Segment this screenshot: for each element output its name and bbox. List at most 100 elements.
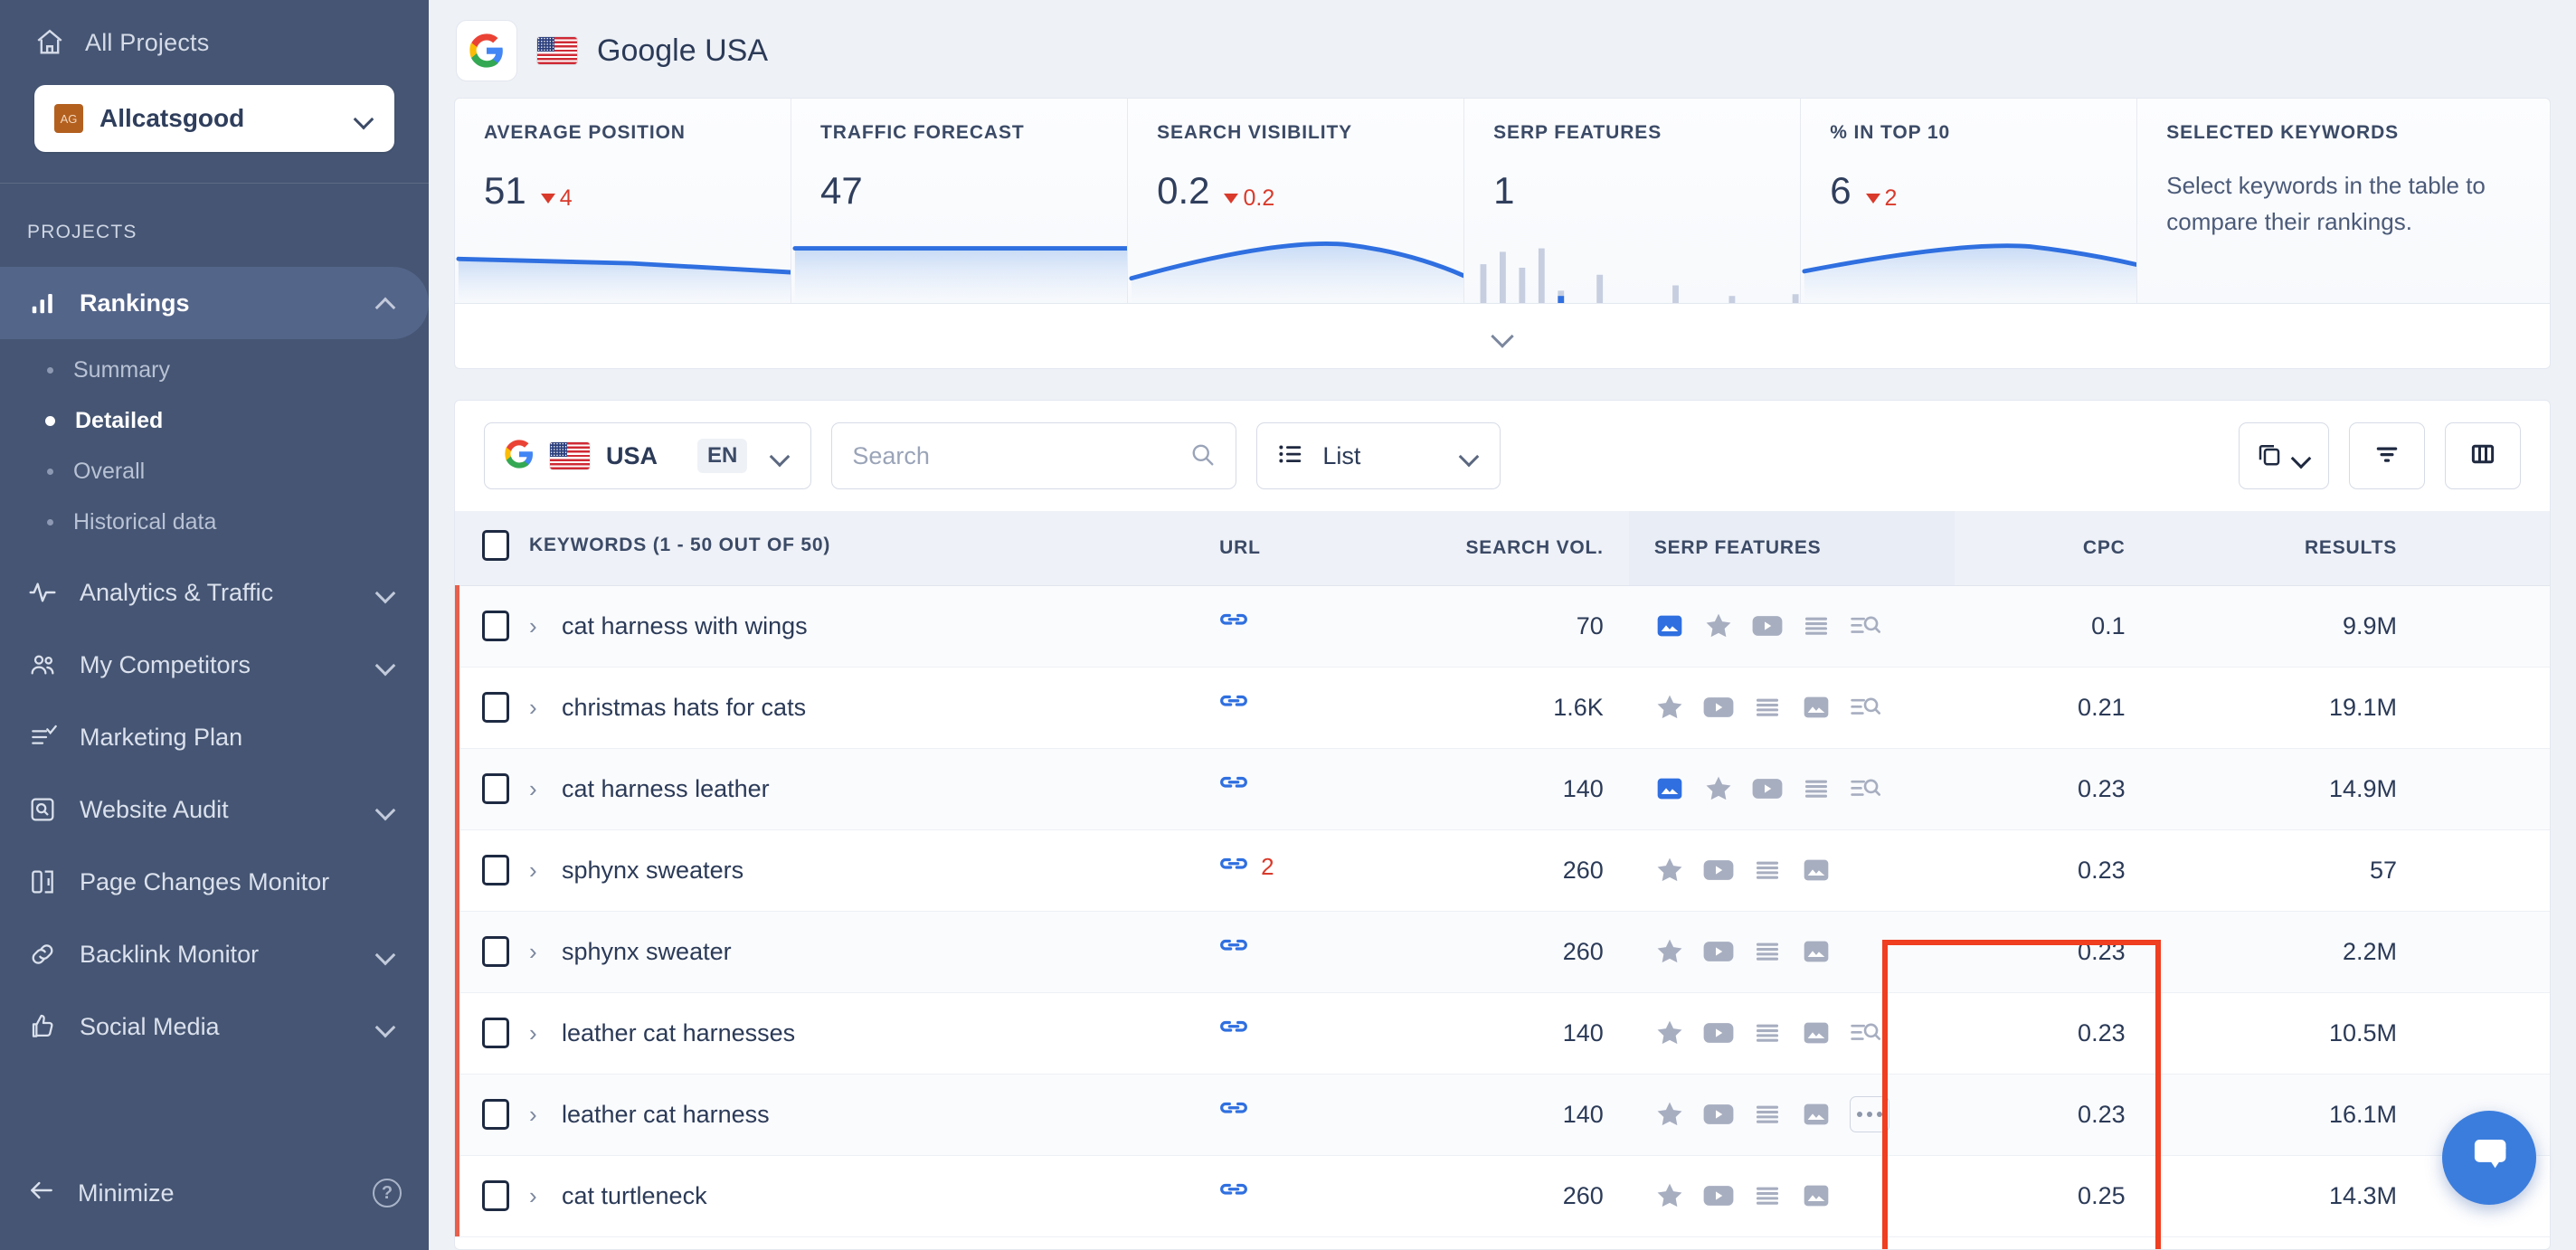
- sidebar-subitem-historical-data[interactable]: Historical data: [0, 497, 429, 547]
- keyword-text[interactable]: sphynx sweaters: [562, 857, 743, 885]
- row-checkbox[interactable]: [482, 936, 509, 967]
- serp-related-search-icon[interactable]: [1850, 611, 1880, 641]
- sidebar-subitem-overall[interactable]: Overall: [0, 446, 429, 497]
- sidebar-item-analytics-traffic[interactable]: Analytics & Traffic: [0, 556, 429, 629]
- table-row[interactable]: › leather cat harnesses 140 0.2310.5M1.4: [455, 992, 2550, 1075]
- all-projects-link[interactable]: All Projects: [34, 27, 394, 58]
- serp-reviews-icon[interactable]: [1654, 692, 1685, 723]
- serp-video-icon[interactable]: [1703, 1018, 1734, 1048]
- table-row[interactable]: › christmas hats for cats 1.6K 0.2119.1M16: [455, 667, 2550, 749]
- row-checkbox[interactable]: [482, 611, 509, 641]
- serp-video-icon[interactable]: [1703, 1180, 1734, 1211]
- keyword-text[interactable]: cat harness with wings: [562, 612, 808, 640]
- keyword-text[interactable]: christmas hats for cats: [562, 694, 806, 722]
- serp-reviews-icon[interactable]: [1703, 773, 1734, 804]
- keyword-text[interactable]: cat turtleneck: [562, 1182, 707, 1210]
- column-header-traffic-forecast[interactable]: TRAFFIC FORECAST: [2422, 511, 2550, 586]
- row-checkbox[interactable]: [482, 773, 509, 804]
- column-header-results[interactable]: RESULTS: [2150, 511, 2423, 586]
- serp-related-search-icon[interactable]: [1850, 1018, 1880, 1048]
- metric-card-percent-in-top-10[interactable]: % IN TOP 10 6 2: [1801, 99, 2138, 303]
- serp-reviews-icon[interactable]: [1654, 1180, 1685, 1211]
- serp-image-pack-icon[interactable]: [1801, 692, 1832, 723]
- help-icon[interactable]: ?: [373, 1179, 402, 1207]
- sidebar-item-backlink-monitor[interactable]: Backlink Monitor: [0, 918, 429, 990]
- serp-snippet-icon[interactable]: [1801, 611, 1832, 641]
- serp-reviews-icon[interactable]: [1703, 611, 1734, 641]
- column-header-serp-features[interactable]: SERP FEATURES: [1628, 511, 1956, 586]
- serp-snippet-icon[interactable]: [1801, 773, 1832, 804]
- serp-more-button[interactable]: [1849, 1096, 1889, 1132]
- minimize-button[interactable]: Minimize ?: [0, 1160, 429, 1226]
- sidebar-subitem-summary[interactable]: Summary: [0, 345, 429, 395]
- sidebar-item-marketing-plan[interactable]: Marketing Plan: [0, 701, 429, 773]
- serp-related-search-icon[interactable]: [1850, 773, 1880, 804]
- metric-card-search-visibility[interactable]: SEARCH VISIBILITY 0.2 0.2: [1128, 99, 1465, 303]
- filter-button[interactable]: [2349, 422, 2425, 489]
- serp-snippet-icon[interactable]: [1752, 692, 1783, 723]
- columns-button[interactable]: [2445, 422, 2521, 489]
- expand-row-icon[interactable]: ›: [529, 1182, 542, 1210]
- table-row[interactable]: › sphynx sweater 260 0.232.2M2.6: [455, 911, 2550, 993]
- serp-snippet-icon[interactable]: [1752, 1099, 1783, 1130]
- table-row[interactable]: › cat harness with wings 70 0.19.9M2.2: [455, 585, 2550, 668]
- serp-image-pack-icon[interactable]: [1801, 855, 1832, 885]
- copy-button[interactable]: [2239, 422, 2329, 489]
- cell-url[interactable]: 2: [1194, 829, 1347, 912]
- serp-video-icon[interactable]: [1752, 773, 1783, 804]
- url-link-icon[interactable]: [1219, 1097, 1248, 1126]
- serp-related-search-icon[interactable]: [1850, 692, 1880, 723]
- cell-url[interactable]: [1194, 667, 1347, 749]
- serp-snippet-icon[interactable]: [1752, 936, 1783, 967]
- select-all-checkbox[interactable]: [482, 529, 509, 561]
- row-checkbox[interactable]: [482, 855, 509, 885]
- keyword-text[interactable]: leather cat harness: [562, 1101, 770, 1129]
- metric-card-average-position[interactable]: AVERAGE POSITION 51 4: [455, 99, 792, 303]
- column-header-keywords[interactable]: KEYWORDS (1 - 50 OUT OF 50): [455, 511, 1195, 586]
- sidebar-item-website-audit[interactable]: Website Audit: [0, 773, 429, 846]
- serp-video-icon[interactable]: [1703, 692, 1734, 723]
- serp-video-icon[interactable]: [1703, 855, 1734, 885]
- row-checkbox[interactable]: [482, 1018, 509, 1048]
- serp-image-pack-icon[interactable]: [1654, 773, 1685, 804]
- url-link-icon[interactable]: [1219, 1016, 1248, 1045]
- serp-reviews-icon[interactable]: [1654, 1018, 1685, 1048]
- expand-row-icon[interactable]: ›: [529, 857, 542, 885]
- metric-card-serp-features[interactable]: SERP FEATURES 1: [1464, 99, 1802, 303]
- url-link-icon[interactable]: [1219, 690, 1248, 719]
- cell-url[interactable]: [1194, 911, 1347, 993]
- metric-card-traffic-forecast[interactable]: TRAFFIC FORECAST 47: [791, 99, 1129, 303]
- keyword-text[interactable]: cat harness leather: [562, 775, 770, 803]
- expand-cards-button[interactable]: [454, 304, 2551, 369]
- sidebar-item-my-competitors[interactable]: My Competitors: [0, 629, 429, 701]
- serp-image-pack-icon[interactable]: [1801, 1180, 1832, 1211]
- expand-row-icon[interactable]: ›: [529, 694, 542, 722]
- column-header-cpc[interactable]: CPC: [1955, 511, 2151, 586]
- table-row[interactable]: › sphynx sweaters 2 260 0.23572.6: [455, 829, 2550, 912]
- serp-video-icon[interactable]: [1752, 611, 1783, 641]
- sidebar-item-social-media[interactable]: Social Media: [0, 990, 429, 1063]
- serp-reviews-icon[interactable]: [1654, 1099, 1685, 1130]
- serp-reviews-icon[interactable]: [1654, 855, 1685, 885]
- row-checkbox[interactable]: [482, 1099, 509, 1130]
- serp-reviews-icon[interactable]: [1654, 936, 1685, 967]
- cell-url[interactable]: [1194, 1155, 1347, 1237]
- table-row[interactable]: › cat harness leather 140 0.2314.9M1.4: [455, 748, 2550, 830]
- url-link-icon[interactable]: [1219, 934, 1248, 963]
- keyword-text[interactable]: sphynx sweater: [562, 938, 732, 966]
- expand-row-icon[interactable]: ›: [529, 612, 542, 640]
- search-input[interactable]: [852, 441, 1160, 470]
- column-header-search-vol[interactable]: SEARCH VOL.: [1346, 511, 1629, 586]
- serp-snippet-icon[interactable]: [1752, 1180, 1783, 1211]
- expand-row-icon[interactable]: ›: [529, 938, 542, 966]
- url-link-icon[interactable]: 2: [1219, 853, 1274, 882]
- expand-row-icon[interactable]: ›: [529, 1101, 542, 1129]
- cell-url[interactable]: [1194, 748, 1347, 830]
- sidebar-subitem-detailed[interactable]: Detailed: [0, 395, 429, 446]
- serp-snippet-icon[interactable]: [1752, 855, 1783, 885]
- row-checkbox[interactable]: [482, 692, 509, 723]
- search-engine-selector[interactable]: USA EN: [484, 422, 812, 489]
- column-header-url[interactable]: URL: [1194, 511, 1347, 586]
- table-row[interactable]: ›cat turtleneck2600.2514.3M0: [455, 1155, 2550, 1237]
- serp-video-icon[interactable]: [1703, 936, 1734, 967]
